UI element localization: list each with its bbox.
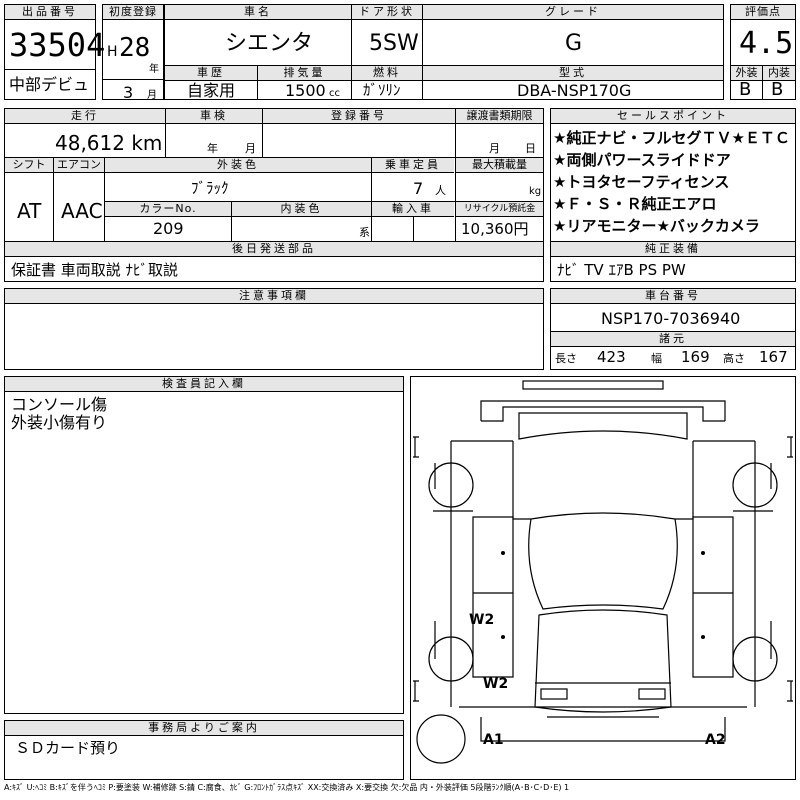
first-reg-label: 初度登録: [103, 5, 163, 20]
width-label: 幅: [651, 352, 662, 365]
int-grade: B: [771, 79, 784, 100]
mileage: 48,612 km: [55, 131, 163, 155]
car-info-box: 車名 ドア形状 グレード シエンタ 5SW G 車歴 排気量 燃料 型式 自家用…: [164, 4, 724, 100]
score: 4.5: [739, 26, 794, 61]
lot-label: 出品番号: [5, 5, 95, 20]
door-type: 5SW: [369, 31, 419, 56]
selling-points-label: セールスポイント: [551, 109, 795, 124]
vehicle-details-box: 走行 車検 登録番号 譲渡書類期限 48,612 km 年 月 月 日 シフト …: [4, 108, 544, 282]
shift: AT: [17, 199, 42, 223]
model-label: 型式: [423, 66, 723, 81]
office-box: 事務局よりご案内 ＳＤカード預り: [4, 720, 404, 780]
selling-point-1: ★純正ナビ・フルセグＴＶ★ＥＴＣ: [553, 129, 790, 147]
mileage-label: 走行: [5, 109, 165, 124]
car-name: シエンタ: [225, 31, 314, 56]
equipment: ﾅﾋﾞ TV ｴｱB PS PW: [557, 261, 686, 279]
displacement-label: 排気量: [258, 66, 351, 81]
recycle-label: リサイクル預託金: [456, 202, 543, 217]
office-note: ＳＤカード預り: [15, 739, 121, 757]
later-parts: 保証書 車両取説 ﾅﾋﾞ取説: [11, 261, 179, 279]
height-label: 高さ: [723, 352, 745, 365]
registration-label: 登録番号: [263, 109, 455, 124]
damage-mark-w2-rear: W2: [483, 676, 509, 692]
ac-label: エアコン: [54, 158, 104, 173]
color-no-label: カラーNo.: [105, 202, 231, 217]
capacity: 7: [413, 179, 424, 198]
grade-label: グレード: [423, 5, 723, 20]
width: 169: [681, 348, 710, 366]
fuel: ｶﾞｿﾘﾝ: [363, 81, 401, 99]
damage-mark-w2-front: W2: [469, 612, 495, 628]
shift-label: シフト: [5, 158, 53, 173]
exterior-color: ﾌﾞﾗｯｸ: [191, 179, 229, 197]
ac-type: AAC: [61, 199, 103, 223]
ext-grade: B: [739, 79, 752, 100]
selling-point-3: ★トヨタセーフティセンス: [553, 173, 730, 191]
max-load-label: 最大積載量: [456, 158, 543, 173]
capacity-unit: 人: [435, 184, 446, 197]
import-label: 輸入車: [372, 202, 454, 217]
length-label: 長さ: [555, 352, 577, 365]
selling-point-4: ★Ｆ・Ｓ・Ｒ純正エアロ: [553, 195, 717, 213]
inspection-month-unit: 月: [245, 142, 256, 155]
debut-label: 中部デビュ: [9, 75, 90, 94]
car-name-label: 車名: [165, 5, 351, 20]
notes-label: 注意事項欄: [5, 289, 543, 304]
reg-month: 3: [123, 83, 134, 102]
color-number: 209: [153, 219, 184, 238]
load-unit: kg: [529, 186, 542, 197]
office-label: 事務局よりご案内: [5, 721, 403, 736]
displacement: 1500: [285, 81, 326, 100]
inspection-label: 車検: [166, 109, 262, 124]
selling-points-box: セールスポイント ★純正ナビ・フルセグＴＶ★ＥＴＣ ★両側パワースライドドア ★…: [550, 108, 796, 282]
model: DBA-NSP170G: [517, 81, 632, 100]
inspector-note-1: コンソール傷: [11, 395, 108, 414]
door-label: ドア形状: [352, 5, 422, 20]
lot-number: 33504: [9, 26, 106, 64]
selling-point-2: ★両側パワースライドドア: [553, 151, 731, 169]
chassis-label: 車台番号: [551, 289, 795, 304]
equipment-label: 純正装備: [551, 242, 795, 257]
era: H: [107, 44, 118, 60]
inspection-year-unit: 年: [207, 142, 218, 155]
inspector-note-2: 外装小傷有り: [11, 413, 108, 432]
history: 自家用: [187, 81, 236, 100]
first-registration-box: 初度登録 H 28 年 3 月: [102, 4, 164, 102]
height: 167: [759, 348, 788, 366]
chassis-box: 車台番号 NSP170-7036940 諸元 長さ 423 幅 169 高さ 1…: [550, 288, 796, 370]
notes-box: 注意事項欄: [4, 288, 544, 370]
lot-box: 出品番号 33504 中部デビュ: [4, 4, 105, 100]
grade: G: [565, 31, 583, 56]
score-box: 評価点 4.5 外装 内装 B B: [730, 4, 796, 100]
capacity-label: 乗車定員: [372, 158, 454, 173]
damage-legend: A:ｷｽﾞ U:ﾍｺﾐ B:ｷｽﾞを伴うﾍｺﾐ P:要塗装 W:補修跡 S:錆 …: [4, 783, 570, 792]
chassis-number: NSP170-7036940: [601, 309, 741, 328]
length: 423: [597, 348, 626, 366]
damage-mark-a1: A1: [483, 732, 504, 748]
year-unit: 年: [149, 64, 159, 75]
interior-color-unit: 系: [359, 226, 370, 239]
score-label: 評価点: [731, 5, 795, 20]
cc-unit: cc: [329, 88, 340, 99]
month-unit: 月: [147, 90, 157, 101]
exterior-color-label: 外装色: [105, 158, 371, 173]
inspector-box: 検査員記入欄 コンソール傷 外装小傷有り: [4, 376, 404, 714]
car-diagram: [413, 380, 793, 764]
damage-diagram-box: W2 W2 A1 A2: [410, 376, 796, 780]
reg-year: 28: [119, 33, 151, 63]
fuel-label: 燃料: [352, 66, 422, 81]
interior-color-label: 内装色: [232, 202, 371, 217]
damage-mark-a2: A2: [705, 732, 726, 748]
later-parts-label: 後日発送部品: [5, 242, 543, 257]
inspector-label: 検査員記入欄: [5, 377, 403, 392]
history-label: 車歴: [165, 66, 257, 81]
transfer-label: 譲渡書類期限: [456, 109, 543, 124]
selling-point-5: ★リアモニター★バックカメラ: [553, 217, 760, 235]
recycle-fee: 10,360円: [461, 220, 529, 238]
spec-label: 諸元: [551, 332, 795, 347]
transfer-month-unit: 月: [489, 142, 500, 155]
transfer-day-unit: 日: [525, 142, 536, 155]
